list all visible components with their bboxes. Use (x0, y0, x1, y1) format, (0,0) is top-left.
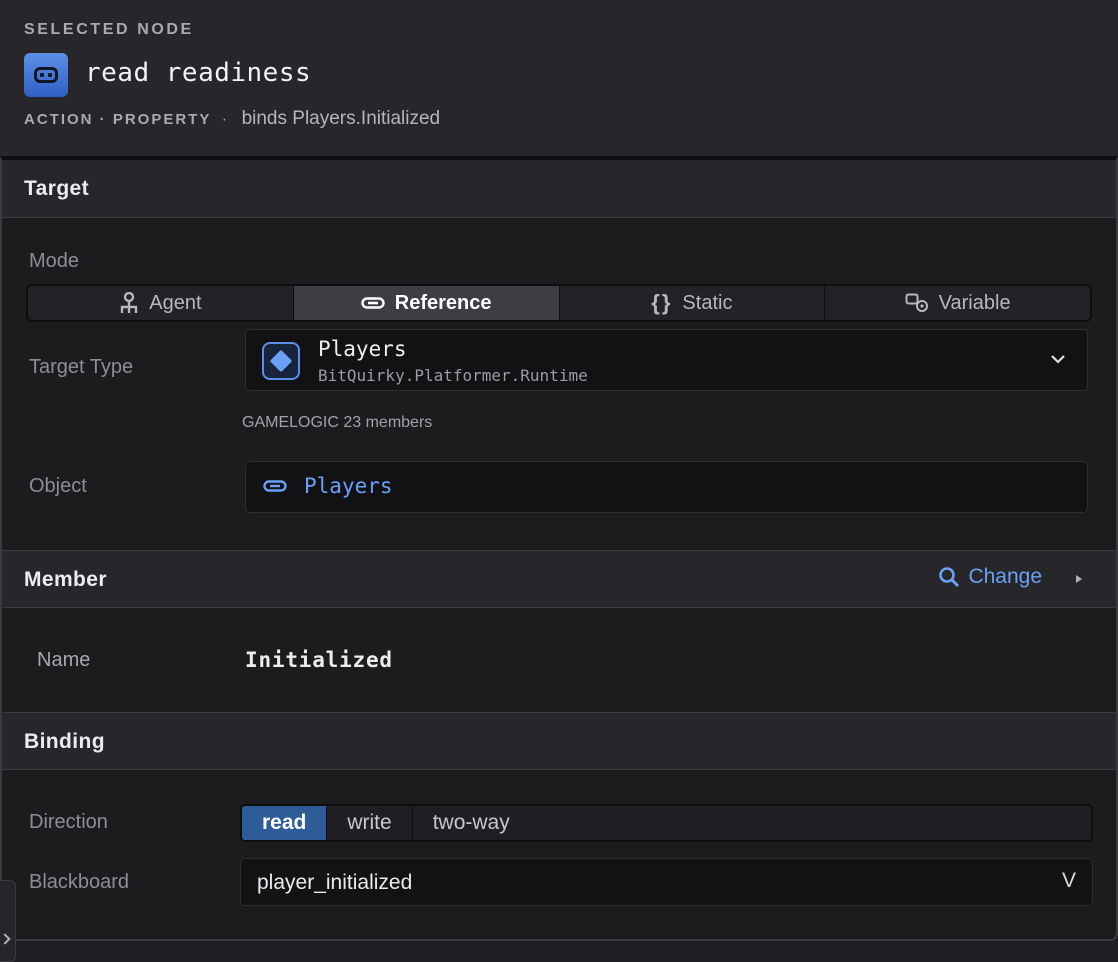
link-icon (263, 480, 287, 492)
target-type-dropdown[interactable]: Players BitQuirky.Platformer.Runtime (245, 329, 1088, 391)
target-section-header[interactable]: Target (2, 160, 1116, 218)
object-value: Players (304, 474, 393, 498)
node-meta: ACTION · PROPERTY · binds Players.Initia… (24, 108, 440, 130)
mode-variable-button[interactable]: Variable (825, 286, 1090, 320)
member-section-title: Member (24, 568, 107, 591)
member-section-header: Member Change (2, 550, 1116, 608)
direction-label: Direction (29, 811, 108, 833)
caret-right-icon[interactable] (1076, 575, 1082, 583)
chevron-down-icon: V (1061, 869, 1076, 892)
link-icon (361, 297, 385, 309)
target-section-title: Target (24, 177, 90, 200)
mode-agent-label: Agent (149, 291, 202, 314)
blackboard-select[interactable]: player_initialized V (240, 858, 1093, 906)
node-kind: ACTION · PROPERTY (24, 111, 212, 128)
direction-two-way-button[interactable]: two-way (413, 806, 530, 840)
variable-icon (905, 293, 928, 312)
mode-static-button[interactable]: {} Static (560, 286, 826, 320)
selected-node-header: SELECTED NODE read readiness ACTION · PR… (0, 0, 1118, 156)
target-type-label: Target Type (29, 356, 134, 378)
target-type-namespace: BitQuirky.Platformer.Runtime (318, 366, 588, 385)
selected-node-eyebrow: SELECTED NODE (24, 21, 194, 38)
mode-reference-label: Reference (394, 291, 492, 314)
chevron-down-icon (1051, 355, 1065, 364)
binding-section-title: Binding (24, 730, 105, 753)
node-binds: binds Players.Initialized (241, 108, 441, 129)
blackboard-label: Blackboard (29, 871, 130, 893)
mode-selector: Agent Reference {} Static Variable (26, 284, 1092, 322)
agent-icon (121, 292, 138, 313)
mode-variable-label: Variable (938, 291, 1011, 314)
direction-read-button[interactable]: read (242, 806, 328, 840)
mode-label: Mode (29, 250, 80, 272)
direction-selector: read write two-way (240, 804, 1093, 842)
search-icon (939, 567, 960, 588)
member-name-value: Initialized (245, 648, 393, 672)
chevron-right-icon (0, 933, 11, 945)
mode-agent-button[interactable]: Agent (28, 286, 294, 320)
braces-icon: {} (651, 290, 673, 315)
meta-separator: · (221, 111, 228, 128)
object-field[interactable]: Players (245, 461, 1088, 513)
inspector-panel: Target Mode Agent Reference {} Static Va… (0, 156, 1118, 941)
side-collapse-handle[interactable] (0, 880, 16, 962)
change-label: Change (968, 565, 1042, 588)
type-diamond-icon (262, 342, 300, 380)
members-info: GAMELOGIC 23 members (242, 414, 433, 431)
mode-reference-button[interactable]: Reference (293, 286, 560, 320)
node-title: read readiness (85, 58, 312, 88)
mode-static-label: Static (682, 291, 733, 314)
direction-write-button[interactable]: write (327, 806, 413, 840)
target-type-name: Players (318, 337, 407, 361)
object-label: Object (29, 475, 87, 497)
binding-section-header[interactable]: Binding (2, 712, 1116, 770)
property-node-icon (24, 53, 68, 97)
blackboard-value: player_initialized (257, 871, 413, 894)
change-member-button[interactable]: Change (938, 565, 1042, 589)
member-name-label: Name (37, 649, 91, 671)
